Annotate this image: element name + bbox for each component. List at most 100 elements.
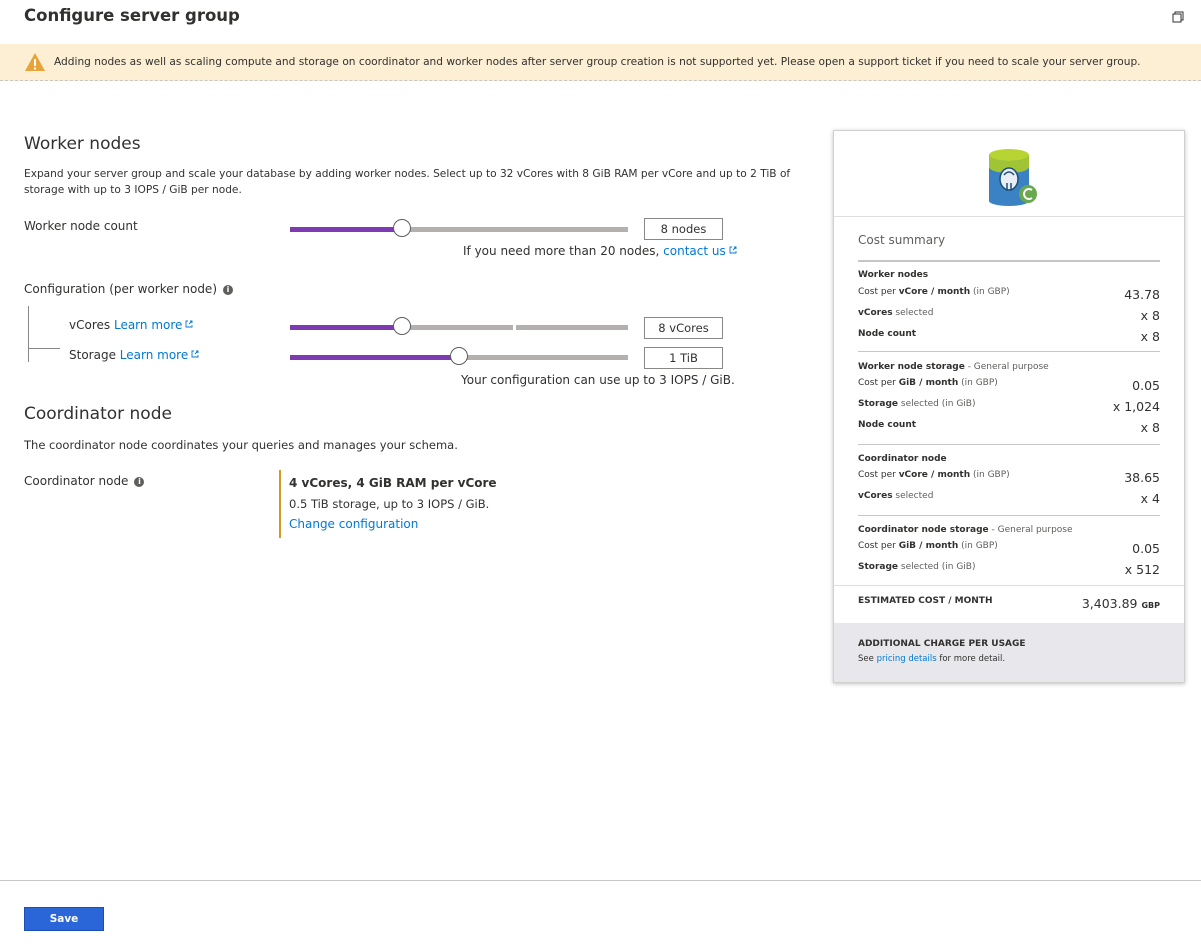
cs-text: See bbox=[858, 654, 877, 664]
coordinator-heading: Coordinator node bbox=[24, 404, 172, 424]
cost-summary-rule bbox=[858, 260, 1160, 262]
estimated-cost-value-row: 3,403.89 GBP bbox=[1082, 596, 1160, 611]
configuration-label-text: Configuration (per worker node) bbox=[24, 282, 217, 296]
cs-worker-vcores-label: vCores selected bbox=[858, 308, 933, 318]
slider-fill bbox=[290, 325, 402, 330]
worker-node-count-field[interactable]: 8 nodes bbox=[644, 218, 723, 240]
cs-coordinator-storage-selected-label: Storage selected (in GiB) bbox=[858, 562, 975, 572]
cs-coordinator-vcores-label: vCores selected bbox=[858, 491, 933, 501]
cs-text-bold: vCores bbox=[858, 491, 893, 501]
cs-coordinator-cost-value: 38.65 bbox=[1124, 470, 1160, 485]
info-icon[interactable]: i bbox=[134, 476, 145, 487]
cs-text: Cost per bbox=[858, 541, 899, 551]
cs-text-bold: Coordinator node storage bbox=[858, 525, 989, 535]
cs-text-bold: Storage bbox=[858, 399, 899, 409]
more-nodes-text: If you need more than 20 nodes, bbox=[463, 244, 660, 258]
footer-divider bbox=[0, 880, 1201, 881]
slider-thumb[interactable] bbox=[393, 219, 411, 237]
external-link-icon bbox=[185, 320, 193, 328]
change-configuration-link[interactable]: Change configuration bbox=[289, 517, 418, 531]
cs-text-muted: (in GBP) bbox=[970, 470, 1010, 480]
worker-nodes-heading: Worker nodes bbox=[24, 134, 141, 154]
cs-text-muted: (in GBP) bbox=[970, 287, 1010, 297]
cs-worker-storage-cost-label: Cost per GiB / month (in GBP) bbox=[858, 378, 998, 388]
cs-text-bold: GiB / month bbox=[898, 541, 959, 551]
worker-node-count-label: Worker node count bbox=[24, 219, 138, 233]
cs-text-bold: Storage bbox=[858, 562, 899, 572]
cs-text-muted: (in GBP) bbox=[958, 541, 998, 551]
additional-charge-panel: ADDITIONAL CHARGE PER USAGE See pricing … bbox=[834, 623, 1184, 682]
cs-worker-cost-label: Cost per vCore / month (in GBP) bbox=[858, 287, 1010, 297]
tree-line-vertical bbox=[28, 306, 29, 362]
estimated-cost-value: 3,403.89 bbox=[1081, 596, 1138, 611]
storage-label-row: Storage Learn more bbox=[69, 348, 199, 362]
warning-text: Adding nodes as well as scaling compute … bbox=[54, 56, 1141, 68]
more-nodes-note: If you need more than 20 nodes, contact … bbox=[463, 244, 737, 258]
storage-learn-more-link[interactable]: Learn more bbox=[120, 348, 188, 362]
cs-worker-vcores-value: x 8 bbox=[1140, 308, 1160, 323]
cs-worker-storage-node-count-label: Node count bbox=[858, 420, 917, 430]
external-link-icon bbox=[729, 246, 737, 254]
slider-thumb[interactable] bbox=[393, 317, 411, 335]
cs-worker-storage-heading: Worker node storage - General purpose bbox=[858, 362, 1049, 372]
warning-banner: Adding nodes as well as scaling compute … bbox=[0, 44, 1201, 81]
slider-fill bbox=[290, 227, 402, 232]
restore-window-icon[interactable] bbox=[1170, 9, 1186, 25]
cs-coordinator-storage-heading: Coordinator node storage - General purpo… bbox=[858, 525, 1073, 535]
info-icon[interactable]: i bbox=[223, 284, 233, 295]
coordinator-config-panel: 4 vCores, 4 GiB RAM per vCore 0.5 TiB st… bbox=[279, 470, 541, 538]
coordinator-config-title: 4 vCores, 4 GiB RAM per vCore bbox=[289, 476, 497, 490]
card-divider bbox=[834, 216, 1184, 217]
cs-worker-storage-selected-label: Storage selected (in GiB) bbox=[858, 399, 975, 409]
cs-text-muted: selected (in GiB) bbox=[898, 562, 976, 572]
storage-label: Storage bbox=[69, 348, 116, 362]
cs-group-rule bbox=[858, 351, 1160, 352]
cs-text-muted: - General purpose bbox=[964, 362, 1049, 372]
cs-coordinator-vcores-value: x 4 bbox=[1140, 491, 1160, 506]
cs-group-rule bbox=[858, 444, 1160, 445]
cs-text-muted: selected bbox=[892, 308, 934, 318]
cs-coordinator-storage-selected-value: x 512 bbox=[1124, 562, 1160, 577]
cs-text: Cost per bbox=[858, 287, 899, 297]
storage-field[interactable]: 1 TiB bbox=[644, 347, 723, 369]
cs-worker-node-count-label: Node count bbox=[858, 329, 917, 339]
cs-text-bold: vCore / month bbox=[898, 470, 971, 480]
coordinator-config-detail: 0.5 TiB storage, up to 3 IOPS / GiB. bbox=[289, 497, 490, 511]
cs-text-muted: (in GBP) bbox=[958, 378, 998, 388]
additional-charge-text: See pricing details for more detail. bbox=[858, 654, 1005, 664]
cs-coordinator-heading: Coordinator node bbox=[858, 454, 947, 464]
cs-text-muted: - General purpose bbox=[988, 525, 1073, 535]
cs-worker-storage-selected-value: x 1,024 bbox=[1112, 399, 1160, 414]
tree-line-storage bbox=[28, 348, 60, 349]
cs-worker-cost-value: 43.78 bbox=[1124, 287, 1160, 302]
slider-step-gap bbox=[513, 323, 516, 332]
cs-text-bold: Worker node storage bbox=[858, 362, 965, 372]
cs-text-bold: vCores bbox=[858, 308, 893, 318]
iops-note: Your configuration can use up to 3 IOPS … bbox=[461, 373, 735, 387]
storage-slider[interactable] bbox=[290, 347, 628, 367]
coordinator-description: The coordinator node coordinates your qu… bbox=[24, 438, 458, 452]
cs-group-rule bbox=[858, 515, 1160, 516]
estimated-cost-label: ESTIMATED COST / MONTH bbox=[858, 596, 993, 606]
slider-thumb[interactable] bbox=[450, 347, 468, 365]
slider-fill bbox=[290, 355, 459, 360]
save-button[interactable]: Save bbox=[24, 907, 104, 931]
vcores-learn-more-link[interactable]: Learn more bbox=[114, 318, 182, 332]
cs-text: Cost per bbox=[858, 470, 899, 480]
contact-us-link[interactable]: contact us bbox=[663, 244, 726, 258]
postgresql-database-icon bbox=[989, 149, 1037, 206]
worker-node-count-slider[interactable] bbox=[290, 219, 628, 239]
pricing-details-link[interactable]: pricing details bbox=[877, 654, 937, 664]
additional-charge-heading: ADDITIONAL CHARGE PER USAGE bbox=[858, 639, 1026, 649]
worker-nodes-description: Expand your server group and scale your … bbox=[24, 168, 791, 196]
cs-text-muted: selected bbox=[892, 491, 934, 501]
card-divider bbox=[834, 585, 1184, 586]
cs-text: Cost per bbox=[858, 378, 899, 388]
vcores-field[interactable]: 8 vCores bbox=[644, 317, 723, 339]
cs-worker-storage-cost-value: 0.05 bbox=[1132, 378, 1160, 393]
cs-text: for more detail. bbox=[936, 654, 1006, 664]
cs-text-bold: vCore / month bbox=[898, 287, 971, 297]
cs-coordinator-storage-cost-label: Cost per GiB / month (in GBP) bbox=[858, 541, 998, 551]
vcores-slider[interactable] bbox=[290, 317, 628, 337]
configuration-label: Configuration (per worker node) i bbox=[24, 282, 233, 296]
